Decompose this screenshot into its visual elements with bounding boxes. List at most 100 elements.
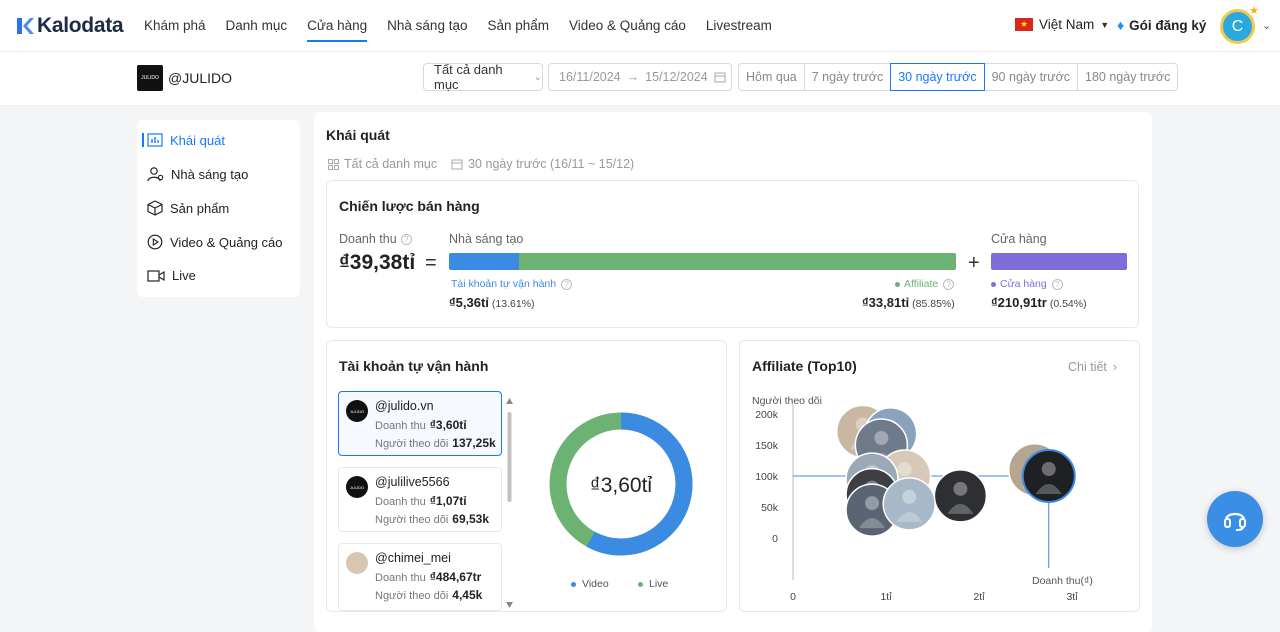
legend-video-dot (571, 581, 576, 587)
help-icon[interactable]: ? (1051, 278, 1063, 290)
account-handle: @chimei_mei (375, 551, 451, 565)
account-avatar-text: JULIDO (349, 408, 365, 414)
y-tick-label: 200k (755, 409, 779, 421)
store-value: ₫210,91tr (0.54%) (991, 295, 1087, 310)
account-handle: @julilive5566 (375, 475, 450, 489)
legend-live[interactable]: Live (638, 578, 668, 590)
scatter-point[interactable] (933, 469, 988, 523)
date-to: 15/12/2024 (645, 70, 708, 84)
sidebar-item-products[interactable]: Sản phẩm (147, 200, 229, 216)
affiliate-segment (519, 253, 956, 270)
y-tick-label: 0 (772, 533, 778, 545)
sidebar-item-overview[interactable]: Khái quát (147, 132, 225, 148)
legend-live-dot (638, 581, 643, 587)
help-icon[interactable]: ? (561, 278, 573, 290)
help-icon[interactable]: ? (400, 234, 412, 246)
active-indicator (142, 133, 144, 147)
account-handle: @julido.vn (375, 399, 434, 413)
account-revenue-label: Doanh thu (375, 572, 426, 584)
nav-shop[interactable]: Cửa hàng (307, 0, 368, 42)
scatter-point[interactable] (1021, 449, 1076, 503)
self-operated-segment (449, 253, 519, 270)
affiliate-value: ₫33,81tỉ (85.85%) (862, 295, 955, 310)
account-revenue: Doanh thu ₫1,07tỉ (375, 494, 467, 508)
sidebar-item-video-ads[interactable]: Video & Quảng cáo (147, 234, 283, 250)
nav-products[interactable]: Sản phẩm (487, 0, 549, 52)
sidebar-item-live[interactable]: Live (147, 268, 196, 283)
vietnam-flag-icon: ★ (1015, 18, 1033, 31)
account-revenue-label: Doanh thu (375, 496, 426, 508)
nav-category[interactable]: Danh mục (226, 0, 288, 52)
user-avatar-wrap[interactable]: C ★ (1220, 5, 1259, 44)
account-item[interactable]: @chimei_mei Doanh thu ₫484,67tr Người the… (338, 543, 502, 611)
kalodata-logo[interactable]: Kalodata (15, 14, 124, 38)
top-navbar: Kalodata Khám phá Danh mục Cửa hàng Nhà … (0, 0, 1280, 52)
category-select[interactable]: Tất cả danh mục ⌄ (423, 62, 543, 92)
self-pct: (13.61%) (491, 298, 535, 310)
scroll-down-arrow-icon[interactable] (506, 602, 513, 608)
account-item[interactable]: JULIDO @julido.vn Doanh thu ₫3,60tỉ Người… (338, 391, 502, 456)
star-icon: ★ (1249, 5, 1259, 17)
affiliate-label: Affiliate? (895, 278, 955, 290)
sidebar-item-label: Nhà sáng tạo (171, 166, 249, 182)
nav-creators[interactable]: Nhà sáng tạo (387, 0, 467, 52)
avatar-head-shape (1041, 462, 1056, 476)
overview-meta: Tất cả danh mục 30 ngày trước (16/11 ~ 1… (328, 157, 634, 171)
creator-avatar-bubble (882, 477, 936, 531)
diamond-icon: ♦ (1117, 17, 1125, 33)
subscribe-button[interactable]: ♦ Gói đăng ký (1117, 17, 1206, 33)
avatar-head-shape (902, 489, 917, 504)
avatar-head-shape (865, 496, 880, 511)
account-avatar (346, 552, 368, 574)
account-followers-label: Người theo dõi (375, 514, 449, 526)
avatar-head-shape (953, 481, 968, 496)
self-accounts-title: Tài khoản tự vận hành (339, 358, 489, 374)
self-value-text: ₫5,36tỉ (449, 295, 489, 310)
help-icon[interactable]: ? (943, 278, 955, 290)
x-tick-label: 2tỉ (973, 591, 985, 603)
x-tick-label: 3tỉ (1066, 591, 1078, 603)
period-30-days[interactable]: 30 ngày trước (890, 63, 985, 91)
nav-video-ads[interactable]: Video & Quảng cáo (569, 0, 686, 52)
account-followers-value: 4,45k (452, 588, 483, 602)
sidebar-item-creators[interactable]: Nhà sáng tạo (147, 166, 248, 182)
self-operated-value: ₫5,36tỉ (13.61%) (449, 295, 535, 310)
affiliate-top10-card: Affiliate (Top10) Chi tiết › Người theo … (739, 340, 1140, 612)
affiliate-pct: (85.85%) (912, 298, 955, 310)
overview-title: Khái quát (326, 127, 390, 143)
date-range-picker[interactable]: 16/11/2024 → 15/12/2024 (548, 63, 732, 91)
meta-period-text: 30 ngày trước (16/11 ~ 15/12) (468, 157, 635, 171)
account-revenue: Doanh thu ₫3,60tỉ (375, 418, 467, 432)
store-value-text: ₫210,91tr (991, 295, 1047, 310)
period-90-days[interactable]: 90 ngày trước (983, 63, 1079, 91)
brand-name: Kalodata (37, 14, 124, 37)
sidebar-item-label: Khái quát (170, 132, 225, 148)
affiliate-value-text: ₫33,81tỉ (862, 295, 910, 310)
account-item[interactable]: JULIDO @julilive5566 Doanh thu ₫1,07tỉ Ng… (338, 467, 502, 532)
period-yesterday[interactable]: Hôm qua (738, 63, 805, 91)
play-icon (147, 234, 163, 250)
period-7-days[interactable]: 7 ngày trước (803, 63, 892, 91)
scroll-thumb[interactable] (507, 412, 512, 502)
period-180-days[interactable]: 180 ngày trước (1077, 63, 1179, 91)
chevron-down-icon[interactable]: ⌄ (1262, 19, 1271, 32)
support-chat-button[interactable] (1207, 491, 1263, 547)
meta-category-text: Tất cả danh mục (344, 157, 438, 171)
account-followers-value: 69,53k (452, 512, 489, 526)
scatter-point[interactable] (882, 477, 936, 531)
account-revenue-value: ₫1,07tỉ (429, 494, 467, 508)
account-list-scrollbar[interactable] (506, 398, 513, 608)
shop-name: @JULIDO (168, 70, 232, 86)
affiliate-scatter-chart: 0 50k 100k 150k 200k 0 1tỉ 2tỉ 3tỉ (755, 404, 1078, 603)
legend-video[interactable]: Video (571, 578, 609, 590)
country-selector[interactable]: ★ Việt Nam ▼ (1015, 17, 1109, 32)
nav-livestream[interactable]: Livestream (706, 0, 772, 52)
y-tick-label: 150k (755, 440, 779, 452)
calendar-icon (714, 72, 726, 83)
store-revenue-bar (991, 253, 1127, 270)
main-nav: Khám phá Danh mục Cửa hàng Nhà sáng tạo … (144, 0, 772, 52)
category-select-value: Tất cả danh mục (434, 62, 503, 92)
nav-explore[interactable]: Khám phá (144, 0, 206, 52)
revenue-donut-chart: ₫3,60tỉ (549, 412, 693, 556)
scroll-up-arrow-icon[interactable] (506, 398, 513, 404)
